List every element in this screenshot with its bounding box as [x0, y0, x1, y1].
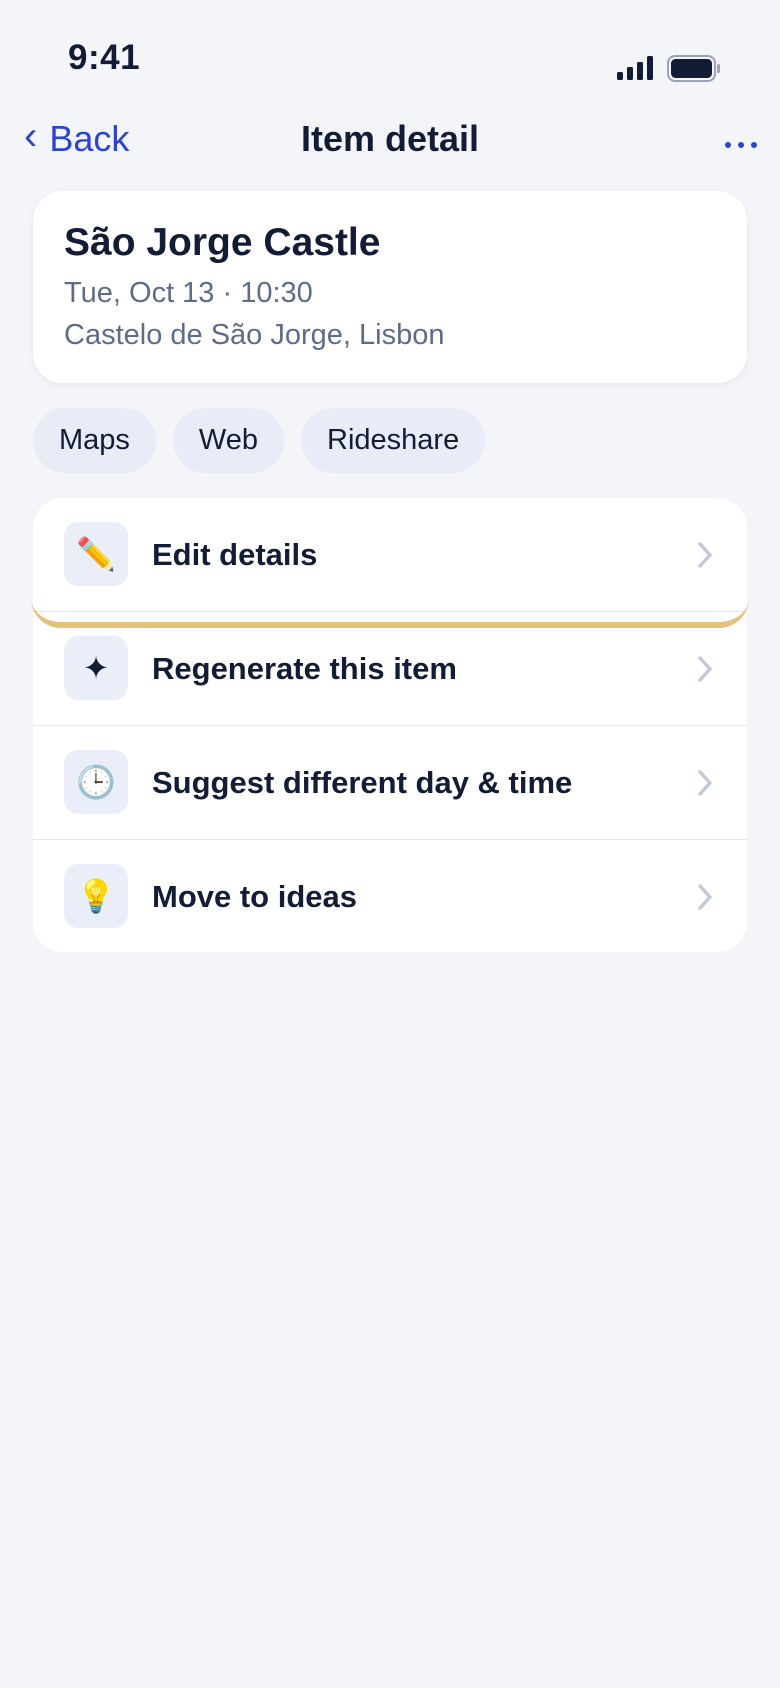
chevron-right-icon [698, 769, 712, 796]
page-title: Item detail [300, 118, 480, 159]
status-bar: 9:41 [0, 0, 780, 100]
navigation-bar: ‹ Back Item detail [0, 110, 780, 170]
chevron-right-icon [698, 541, 712, 568]
action-label: Suggest different day & time [152, 764, 573, 800]
suggest-day-time-row[interactable]: 🕒 Suggest different day & time [33, 725, 747, 839]
item-summary-card: São Jorge Castle Tue, Oct 13 · 10:30 Cas… [33, 191, 747, 383]
action-label: Move to ideas [152, 878, 357, 914]
edit-details-row[interactable]: ✏️ Edit details [33, 498, 747, 611]
actions-list: ✏️ Edit details ✦ Regenerate this item 🕒… [33, 498, 747, 952]
regenerate-item-row[interactable]: ✦ Regenerate this item [33, 611, 747, 725]
action-label: Regenerate this item [152, 650, 457, 686]
quick-links: Maps Web Rideshare [33, 408, 486, 473]
chevron-right-icon [698, 883, 712, 910]
more-options-icon[interactable] [724, 130, 758, 160]
lightbulb-icon: 💡 [64, 864, 128, 928]
action-label: Edit details [152, 536, 318, 572]
chevron-right-icon [698, 655, 712, 682]
item-location: Castelo de São Jorge, Lisbon [64, 319, 445, 351]
rideshare-chip[interactable]: Rideshare [301, 408, 486, 473]
status-time: 9:41 [68, 38, 141, 77]
cellular-signal-icon [617, 56, 653, 80]
maps-chip[interactable]: Maps [33, 408, 156, 473]
item-title: São Jorge Castle [64, 221, 381, 264]
battery-icon [667, 55, 720, 82]
item-datetime: Tue, Oct 13 · 10:30 [64, 277, 313, 309]
clock-icon: 🕒 [64, 750, 128, 814]
sparkle-icon: ✦ [64, 636, 128, 700]
pencil-icon: ✏️ [64, 522, 128, 586]
move-to-ideas-row[interactable]: 💡 Move to ideas [33, 839, 747, 952]
web-chip[interactable]: Web [172, 408, 285, 473]
